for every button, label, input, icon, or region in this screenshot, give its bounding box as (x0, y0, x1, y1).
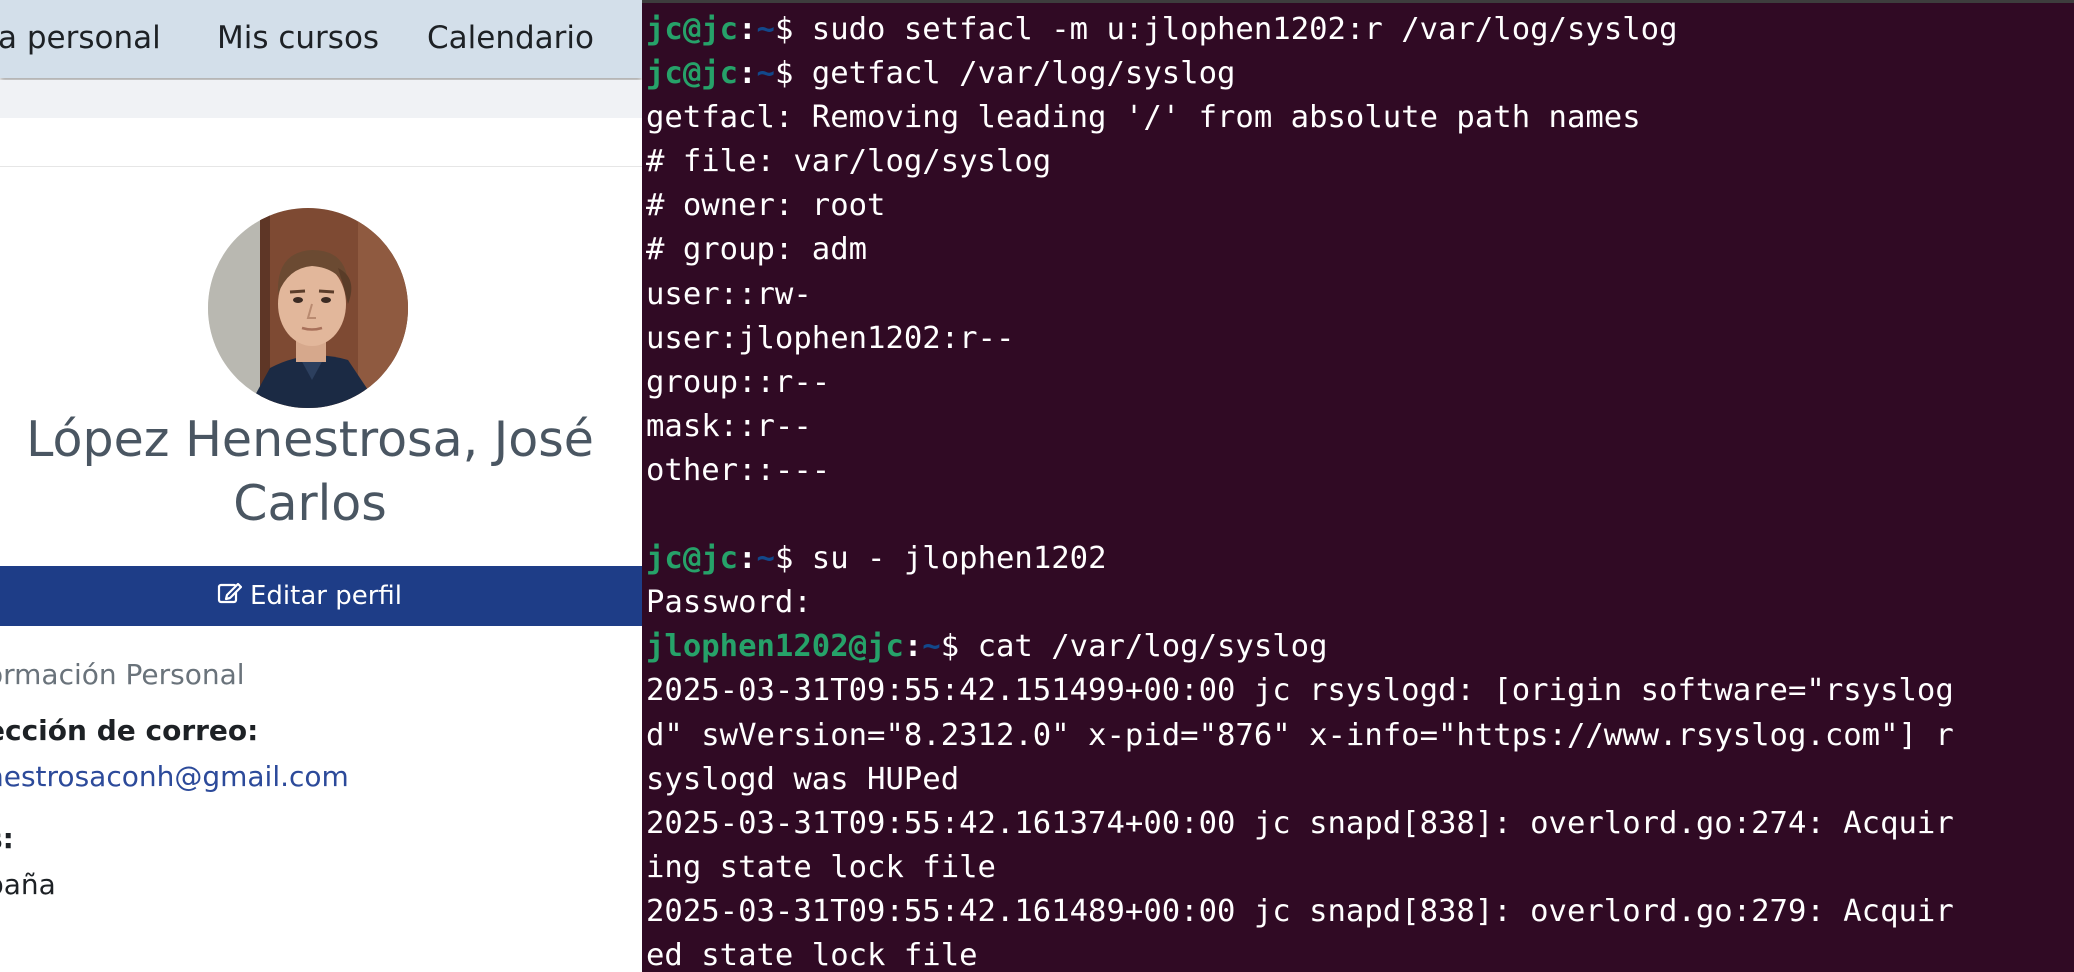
terminal-command-line: jc@jc:~$ getfacl /var/log/syslog (646, 52, 2070, 96)
prompt-symbol: $ (774, 56, 812, 92)
country-value: paña (0, 868, 56, 901)
avatar-photo (208, 208, 408, 408)
prompt-separator: : (738, 12, 757, 47)
terminal-output-line (646, 493, 2070, 537)
output-text: mask::r-- (646, 408, 812, 444)
profile-name-line-2: Carlos (233, 475, 387, 532)
command-text: su - jlophen1202 (811, 541, 1107, 577)
command-text: sudo setfacl -m u:jlophen1202:r /var/log… (811, 12, 1678, 47)
output-text: # file: var/log/syslog (646, 144, 1052, 180)
terminal-output-line: # file: var/log/syslog (646, 140, 2070, 184)
output-text: # owner: root (646, 188, 886, 224)
output-text: ing state lock file (646, 849, 996, 885)
output-text: syslogd was HUPed (646, 761, 960, 797)
nav-link-personal-area[interactable]: a personal (0, 20, 161, 56)
browser-page: a personal Mis cursos Calendario López H… (0, 0, 642, 972)
terminal-output-line: 2025-03-31T09:55:42.161374+00:00 jc snap… (646, 802, 2070, 846)
edit-profile-bar: Editar perfil (0, 566, 642, 626)
command-text: getfacl /var/log/syslog (811, 56, 1236, 92)
prompt-separator: : (738, 56, 757, 92)
terminal-output: jc@jc:~$ sudo setfacl -m u:jlophen1202:r… (646, 8, 2070, 972)
terminal-output-line: 2025-03-31T09:55:42.151499+00:00 jc rsys… (646, 669, 2070, 713)
terminal-output-line: # group: adm (646, 228, 2070, 272)
profile-name-line-1: López Henestrosa, José (26, 411, 594, 468)
output-text: group::r-- (646, 364, 831, 400)
prompt-separator: : (738, 541, 757, 577)
secondary-bar (0, 80, 642, 118)
output-text: user::rw- (646, 276, 812, 312)
terminal-output-line: syslogd was HUPed (646, 758, 2070, 802)
terminal-output-line: ed state lock file (646, 934, 2070, 972)
prompt-separator: : (903, 629, 923, 665)
terminal-command-line: jc@jc:~$ sudo setfacl -m u:jlophen1202:r… (646, 8, 2070, 52)
prompt-user: jc@jc (646, 12, 739, 47)
prompt-user: jlophen1202@jc (646, 629, 904, 665)
output-text: user:jlophen1202:r-- (646, 320, 1015, 356)
divider (0, 166, 642, 167)
prompt-symbol: $ (774, 12, 812, 47)
prompt-symbol: $ (774, 541, 812, 577)
terminal-output-line: ing state lock file (646, 846, 2070, 890)
prompt-path: ~ (756, 56, 775, 92)
terminal-command-line: jlophen1202@jc:~$ cat /var/log/syslog (646, 625, 2070, 669)
top-navigation: a personal Mis cursos Calendario (0, 0, 642, 78)
nav-link-my-courses[interactable]: Mis cursos (217, 20, 379, 56)
output-text: getfacl: Removing leading '/' from absol… (646, 100, 1641, 136)
prompt-path: ~ (756, 541, 775, 577)
prompt-path: ~ (756, 12, 775, 47)
edit-profile-label: Editar perfil (250, 581, 403, 611)
terminal-output-line: group::r-- (646, 361, 2070, 405)
terminal-output-line: Password: (646, 581, 2070, 625)
output-text: d" swVersion="8.2312.0" x-pid="876" x-in… (646, 717, 1954, 753)
output-text: 2025-03-31T09:55:42.151499+00:00 jc rsys… (646, 673, 1954, 709)
nav-link-calendar[interactable]: Calendario (427, 20, 594, 56)
terminal-command-line: jc@jc:~$ su - jlophen1202 (646, 537, 2070, 581)
output-text: 2025-03-31T09:55:42.161374+00:00 jc snap… (646, 805, 1954, 841)
email-link[interactable]: nestrosaconh@gmail.com (0, 760, 349, 793)
terminal-output-line: mask::r-- (646, 405, 2070, 449)
prompt-symbol: $ (940, 629, 978, 665)
terminal-output-line: 2025-03-31T09:55:42.161489+00:00 jc snap… (646, 890, 2070, 934)
terminal-output-line: other::--- (646, 449, 2070, 493)
prompt-path: ~ (922, 629, 941, 665)
terminal-output-line: # owner: root (646, 184, 2070, 228)
prompt-user: jc@jc (646, 541, 739, 577)
terminal-output-line: d" swVersion="8.2312.0" x-pid="876" x-in… (646, 714, 2070, 758)
terminal-output-line: user:jlophen1202:r-- (646, 317, 2070, 361)
profile-avatar (208, 208, 408, 408)
terminal-output-line: getfacl: Removing leading '/' from absol… (646, 96, 2070, 140)
command-text: cat /var/log/syslog (977, 629, 1328, 665)
output-text: other::--- (646, 452, 831, 488)
edit-pencil-icon (216, 580, 243, 613)
terminal-top-border (642, 0, 2074, 3)
terminal-output-line: user::rw- (646, 273, 2070, 317)
profile-full-name: López Henestrosa, José Carlos (0, 408, 620, 536)
output-text: ed state lock file (646, 937, 978, 972)
output-text: 2025-03-31T09:55:42.161489+00:00 jc snap… (646, 893, 1954, 929)
edit-profile-button[interactable]: Editar perfil (216, 579, 402, 613)
terminal-window[interactable]: jc@jc:~$ sudo setfacl -m u:jlophen1202:r… (642, 0, 2074, 972)
output-text: Password: (646, 585, 812, 621)
output-text: # group: adm (646, 232, 868, 268)
email-label: ección de correo: (0, 714, 259, 747)
personal-info-heading: ormación Personal (0, 658, 245, 691)
country-label: s: (0, 822, 14, 855)
prompt-user: jc@jc (646, 56, 739, 92)
